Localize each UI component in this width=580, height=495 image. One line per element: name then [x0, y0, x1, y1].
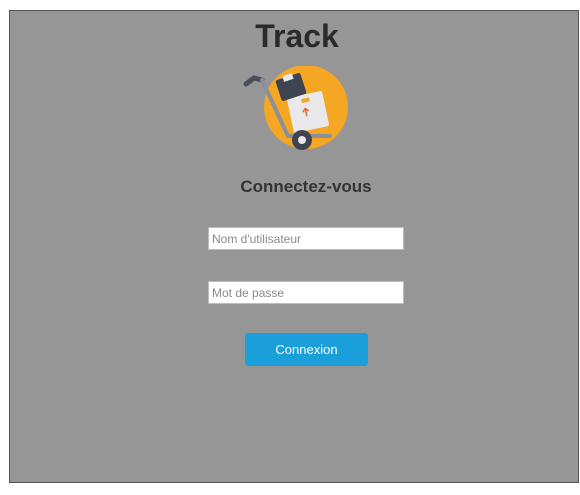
- wheel-hub: [298, 136, 306, 144]
- app-title: Track: [255, 18, 339, 54]
- password-input[interactable]: [208, 281, 404, 304]
- username-input[interactable]: [208, 227, 404, 250]
- hand-truck-logo-icon: [243, 66, 348, 150]
- hand-truck-handle: [243, 75, 265, 87]
- login-button[interactable]: Connexion: [245, 333, 368, 366]
- login-heading: Connectez-vous: [240, 177, 372, 196]
